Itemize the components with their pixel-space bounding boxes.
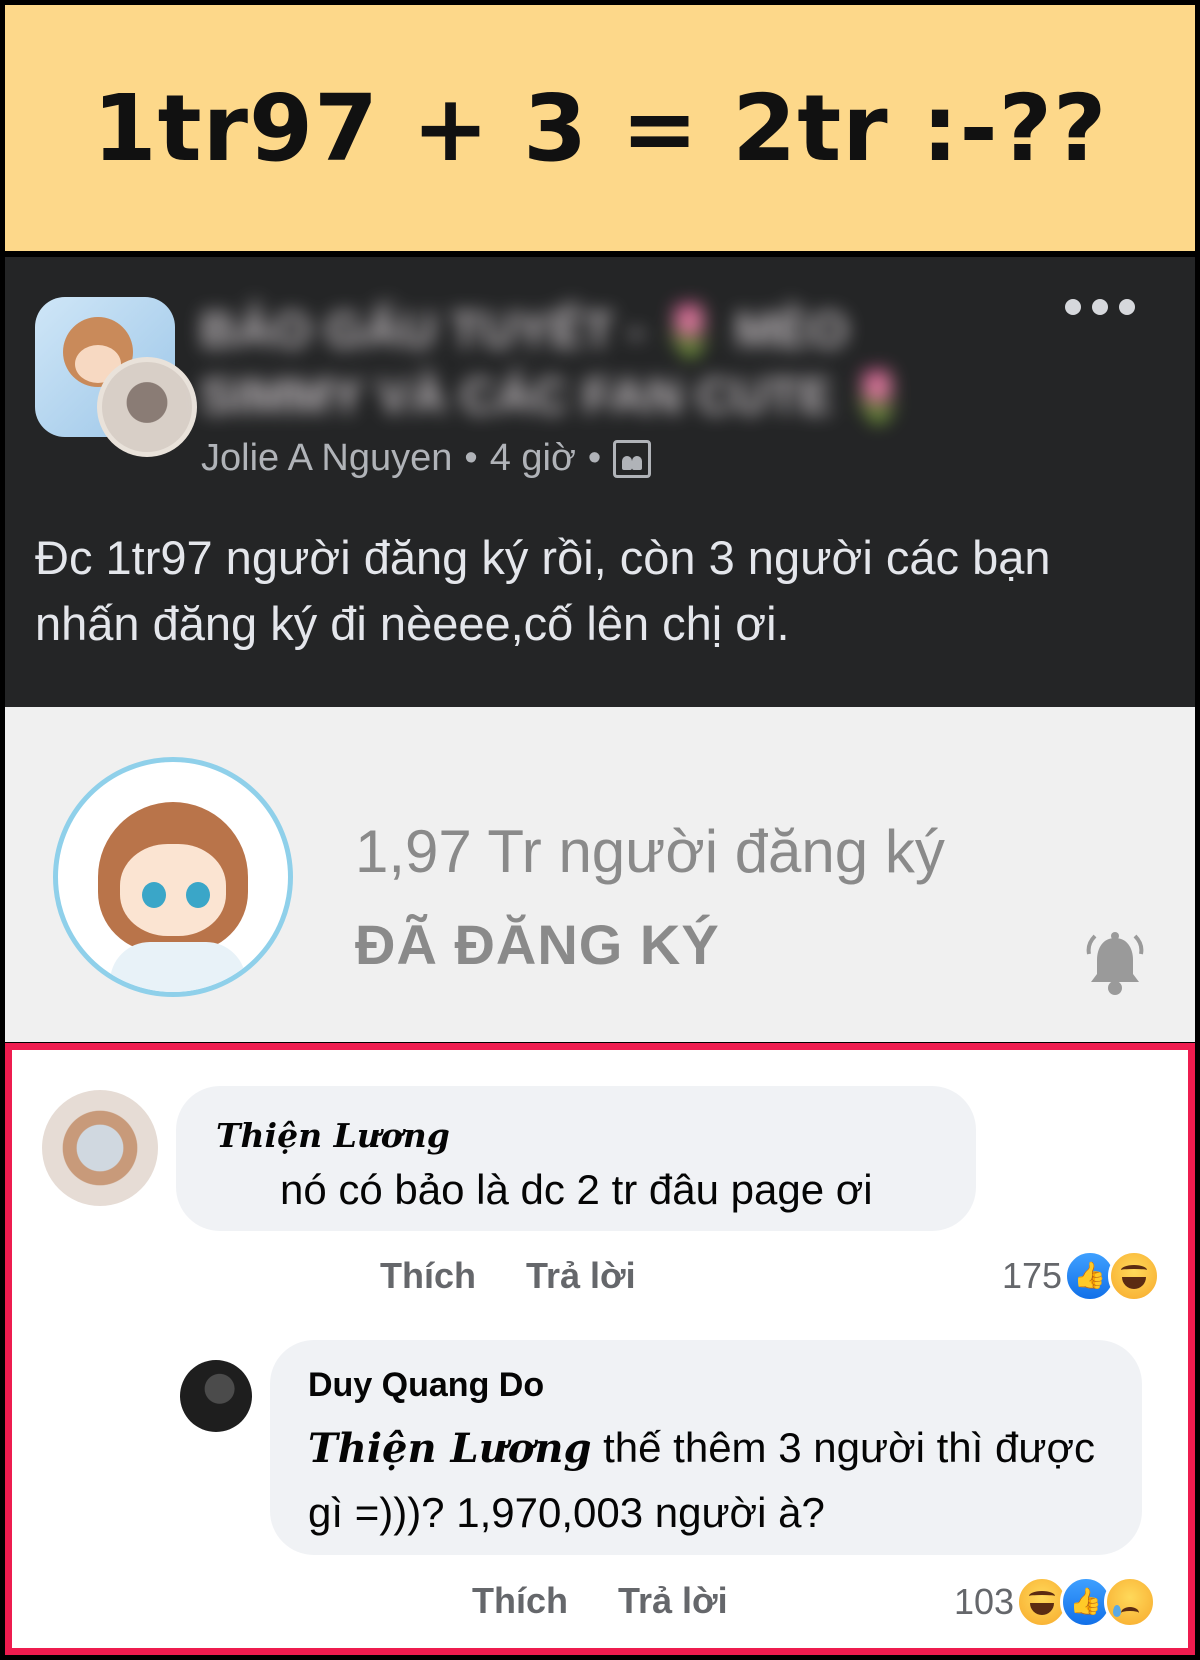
commenter-name[interactable]: Thiện Lương: [216, 1116, 450, 1155]
post-text: Đc 1tr97 người đăng ký rồi, còn 3 người …: [35, 531, 1051, 650]
avatar-eye: [142, 882, 166, 908]
mention-link[interactable]: Thiện Lương: [308, 1425, 591, 1472]
group-audience-icon: [613, 439, 652, 478]
post-time[interactable]: 4 giờ: [490, 437, 576, 480]
headline-banner: 1tr97 + 3 = 2tr :-??: [5, 5, 1195, 251]
like-button[interactable]: Thích: [380, 1255, 476, 1297]
reply-reaction-summary[interactable]: 103 👍: [954, 1576, 1157, 1628]
meta-separator: •: [587, 437, 602, 479]
comment-bubble: Thiện Lương nó có bảo là dc 2 tr đâu pag…: [176, 1086, 976, 1231]
author-avatar[interactable]: [97, 357, 197, 457]
more-options-button[interactable]: [1065, 287, 1135, 327]
avatar-body: [110, 942, 246, 992]
haha-icon: [1108, 1250, 1161, 1302]
screenshot-frame: 1tr97 + 3 = 2tr :-?? BẢO GẤU TUYẾT - 🌷 M…: [0, 0, 1200, 1660]
headline-text: 1tr97 + 3 = 2tr :-??: [92, 74, 1108, 182]
bell-icon[interactable]: [1085, 932, 1145, 998]
subscriber-count: 1,97 Tr người đăng ký: [355, 818, 945, 885]
reply-text: Thiện Lương thế thêm 3 người thì được gì…: [308, 1416, 1128, 1545]
comments-section: Thiện Lương nó có bảo là dc 2 tr đâu pag…: [5, 1043, 1195, 1655]
avatar-face: [120, 844, 226, 936]
group-name-blurred[interactable]: BẢO GẤU TUYẾT - 🌷 MÈO SIMMY VÀ CÁC FAN C…: [200, 297, 960, 429]
commenter-avatar[interactable]: [42, 1090, 158, 1206]
reply-actions: Thích Trả lời: [472, 1580, 728, 1622]
reaction-count: 175: [1002, 1255, 1063, 1296]
reply-button[interactable]: Trả lời: [618, 1580, 728, 1622]
avatar-eye: [186, 882, 210, 908]
reply-button[interactable]: Trả lời: [526, 1255, 636, 1297]
dot-icon: [1119, 299, 1135, 315]
post-meta: Jolie A Nguyen • 4 giờ •: [201, 437, 652, 480]
author-name[interactable]: Jolie A Nguyen: [201, 437, 452, 480]
like-button[interactable]: Thích: [472, 1580, 568, 1622]
reaction-count: 103: [954, 1581, 1015, 1622]
dot-icon: [1065, 299, 1081, 315]
comment-actions: Thích Trả lời: [380, 1255, 636, 1297]
meta-separator: •: [464, 437, 478, 479]
channel-avatar: [53, 757, 293, 997]
reply-author-name[interactable]: Duy Quang Do: [308, 1366, 544, 1405]
group-post: BẢO GẤU TUYẾT - 🌷 MÈO SIMMY VÀ CÁC FAN C…: [5, 257, 1195, 707]
subscribed-button[interactable]: ĐÃ ĐĂNG KÝ: [355, 912, 720, 977]
reply-avatar[interactable]: [180, 1360, 252, 1432]
sad-icon: [1104, 1576, 1157, 1628]
reaction-summary[interactable]: 175 👍: [1002, 1250, 1161, 1302]
dot-icon: [1092, 299, 1108, 315]
reply-bubble: Duy Quang Do Thiện Lương thế thêm 3 ngườ…: [270, 1340, 1142, 1555]
comment-text: nó có bảo là dc 2 tr đâu page ơi: [280, 1166, 873, 1213]
shared-channel-preview[interactable]: 1,97 Tr người đăng ký ĐÃ ĐĂNG KÝ: [5, 707, 1195, 1042]
